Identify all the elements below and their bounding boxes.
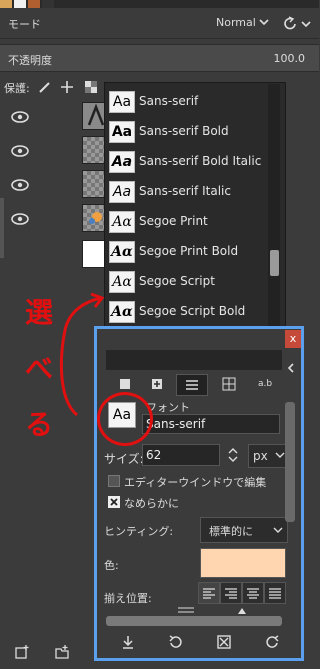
layers-list [0,100,110,280]
restore-preset-icon[interactable] [168,634,184,650]
save-preset-icon[interactable] [120,634,136,650]
opacity-value: 100.0 [273,52,306,65]
font-list-popup: Aa Sans-serif Aa Sans-serif Bold Aa Sans… [104,82,286,354]
hinting-value: 標準的に [209,525,253,538]
panel-header-strip [106,350,282,370]
size-input[interactable]: 62 [142,444,220,466]
visibility-eye-icon[interactable] [10,110,30,124]
font-name: Segoe Script [139,274,215,288]
font-item-sans-serif-italic[interactable]: Aa Sans-serif Italic [105,176,271,206]
layer-toolbar [0,638,94,666]
lock-alpha-icon[interactable] [84,80,98,94]
font-list-scroll-thumb[interactable] [270,250,279,276]
font-item-segoe-script[interactable]: Aα Segoe Script [105,266,271,296]
font-sample: Aa [109,91,135,113]
size-stepper[interactable] [222,444,244,466]
lock-label: 保護: [4,82,30,95]
mode-row: モード Normal [0,8,319,39]
unit-value: px [253,449,268,463]
hinting-select[interactable]: 標準的に [200,517,288,543]
visibility-eye-icon[interactable] [10,144,30,158]
font-item-segoe-print[interactable]: Aα Segoe Print [105,206,271,236]
font-name: Segoe Script Bold [139,304,246,318]
font-name: Sans-serif Bold [139,124,229,138]
unit-select[interactable]: px [248,444,288,468]
mode-value: Normal [216,16,256,29]
tab-text[interactable]: a.b [250,374,280,394]
chevron-down-icon [273,525,283,535]
new-layer-icon[interactable] [14,644,30,660]
mode-label: モード [8,18,41,31]
font-label: フォント [146,401,190,414]
font-name: Sans-serif [139,94,199,108]
visibility-eye-icon[interactable] [10,212,30,226]
font-item-sans-serif-bold[interactable]: Aa Sans-serif Bold [105,116,271,146]
tab-layers-list[interactable] [176,374,208,396]
align-center-button[interactable] [242,582,264,604]
new-layer-group-icon[interactable] [54,644,70,660]
editor-window-label: エディターウインドウで編集 [124,476,267,489]
chevron-down-icon [275,450,285,460]
font-name: Sans-serif Italic [139,184,231,198]
reset-icon [284,16,296,30]
align-fill-button[interactable] [264,582,286,604]
font-item-segoe-print-bold[interactable]: Aα Segoe Print Bold [105,236,271,266]
opacity-label: 不透明度 [8,54,52,67]
font-input[interactable]: Sans-serif [142,414,280,434]
font-sample: Aα [109,241,135,263]
font-item-sans-serif[interactable]: Aa Sans-serif [105,86,271,116]
up-arrow-icon [236,606,248,616]
tab-grid[interactable] [214,374,244,394]
justify-buttons [198,582,286,604]
color-swatch[interactable] [200,548,286,578]
size-label: サイズ: [104,452,144,466]
chevron-down-icon [258,16,270,28]
panel-menu-icon[interactable] [286,362,296,374]
align-left-button[interactable] [198,582,220,604]
annotation-circle [97,392,153,446]
align-right-button[interactable] [220,582,242,604]
lock-position-icon[interactable] [60,80,74,94]
font-item-sans-serif-bold-italic[interactable]: Aa Sans-serif Bold Italic [105,146,271,176]
font-name: Segoe Print [139,214,208,228]
layer-group-marker [0,198,4,258]
mode-reset-button[interactable] [280,14,316,34]
indent-icon [176,606,196,614]
font-list-scrollbar[interactable] [268,84,280,342]
font-sample: Aa [109,151,135,173]
font-sample: Aa [109,121,135,143]
visibility-eye-icon[interactable] [10,178,30,192]
panel-hscrollbar[interactable] [106,616,282,626]
tab-device-status[interactable] [142,374,172,394]
color-label: 色: [104,559,119,572]
mode-select[interactable]: Normal [210,13,272,33]
delete-preset-icon[interactable] [216,634,232,650]
font-sample: Aα [109,211,135,233]
antialias-label: なめらかに [124,497,179,510]
font-name: Sans-serif Bold Italic [139,154,262,168]
lock-paint-icon[interactable] [38,80,52,94]
antialias-checkbox[interactable] [108,496,120,508]
reset-icon[interactable] [264,634,280,650]
editor-window-checkbox[interactable] [108,475,120,487]
justify-label: 揃え位置: [104,592,152,605]
close-button[interactable]: x [285,330,301,348]
hinting-label: ヒンティング: [104,525,174,538]
opacity-slider[interactable]: 不透明度 100.0 [0,44,319,72]
panel-scrollbar[interactable] [285,402,295,522]
panel-bottom-toolbar [106,632,290,654]
palette-strip [0,0,319,8]
font-item-segoe-script-bold[interactable]: Aα Segoe Script Bold [105,296,271,326]
font-sample: Aa [109,181,135,203]
font-name: Segoe Print Bold [139,244,239,258]
